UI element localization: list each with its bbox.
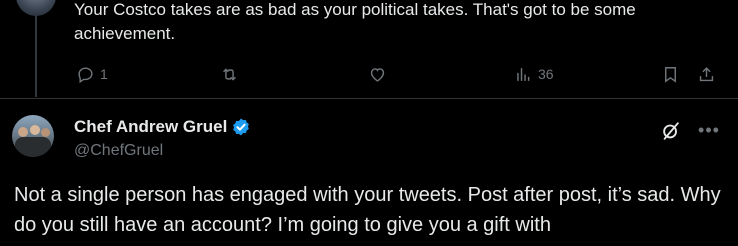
previous-reply-avatar[interactable]: [16, 0, 56, 16]
more-icon: •••: [698, 119, 720, 140]
bookmark-button[interactable]: [661, 61, 680, 87]
previous-reply-text: Your Costco takes are as bad as your pol…: [74, 0, 636, 43]
views-button[interactable]: 36: [514, 61, 554, 87]
views-icon: [517, 67, 530, 81]
share-button[interactable]: [697, 61, 716, 87]
more-options-button[interactable]: •••: [697, 118, 721, 142]
reply-icon: [78, 66, 93, 83]
repost-icon: [223, 67, 236, 81]
bookmark-icon: [665, 66, 676, 83]
verified-badge-icon[interactable]: [231, 117, 251, 137]
reply-count: 1: [100, 66, 108, 82]
post-divider: [0, 98, 738, 99]
post-text: Not a single person has engaged with you…: [14, 184, 721, 236]
author-name-row: Chef Andrew Gruel: [74, 117, 251, 137]
author-name[interactable]: Chef Andrew Gruel: [74, 117, 227, 137]
grok-icon[interactable]: [660, 120, 682, 142]
heart-icon: [370, 67, 385, 82]
repost-button[interactable]: [220, 61, 239, 87]
views-count: 36: [538, 66, 554, 82]
author-handle[interactable]: @ChefGruel: [74, 142, 163, 160]
reply-button[interactable]: 1: [76, 61, 108, 87]
share-icon: [699, 66, 714, 81]
previous-reply-action-bar: 1 36: [74, 61, 724, 87]
like-button[interactable]: [368, 61, 387, 87]
author-avatar[interactable]: [12, 115, 54, 157]
